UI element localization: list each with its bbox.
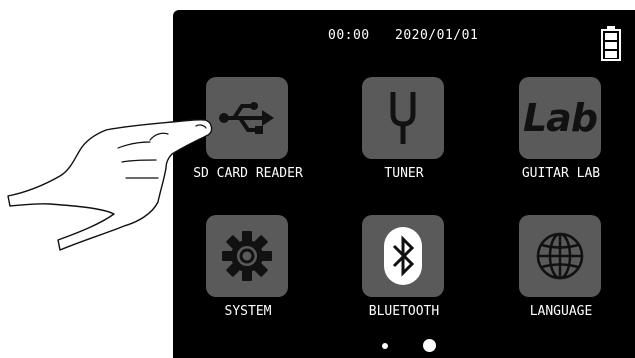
gear-icon <box>222 231 272 281</box>
app-label: BLUETOOTH <box>368 304 440 319</box>
bluetooth-icon <box>384 227 422 285</box>
app-label: LANGUAGE <box>529 304 593 319</box>
usb-icon <box>219 102 274 134</box>
app-label: SD CARD READER <box>193 166 303 181</box>
app-label: GUITAR LAB <box>521 166 601 181</box>
system-tile[interactable] <box>206 215 288 297</box>
app-bluetooth[interactable]: BLUETOOTH <box>344 215 464 343</box>
app-system[interactable]: SYSTEM <box>188 215 308 343</box>
page-dot-2-active[interactable] <box>423 339 436 352</box>
tuning-fork-icon <box>390 92 416 144</box>
page-dot-1[interactable] <box>382 343 388 349</box>
status-date: 2020/01/01 <box>395 28 479 43</box>
app-label: SYSTEM <box>224 304 272 319</box>
app-language[interactable]: LANGUAGE <box>501 215 621 343</box>
app-tuner[interactable]: TUNER <box>344 77 464 205</box>
tuner-tile[interactable] <box>362 77 444 159</box>
app-sd-card-reader[interactable]: SD CARD READER <box>188 77 308 205</box>
app-label: TUNER <box>384 166 424 181</box>
guitar-lab-tile[interactable]: Lab <box>519 77 601 159</box>
app-guitar-lab[interactable]: Lab GUITAR LAB <box>501 77 621 205</box>
status-time: 00:00 <box>328 28 370 43</box>
globe-icon <box>536 232 584 280</box>
language-tile[interactable] <box>519 215 601 297</box>
sd-card-reader-tile[interactable] <box>206 77 288 159</box>
status-bar: 00:00 2020/01/01 <box>173 10 635 61</box>
device-screen: 00:00 2020/01/01 SD CARD READER TUNER La… <box>173 10 635 358</box>
battery-full-icon <box>601 26 621 61</box>
page-indicator <box>173 336 635 356</box>
bluetooth-tile[interactable] <box>362 215 444 297</box>
lab-icon: Lab <box>522 96 598 140</box>
